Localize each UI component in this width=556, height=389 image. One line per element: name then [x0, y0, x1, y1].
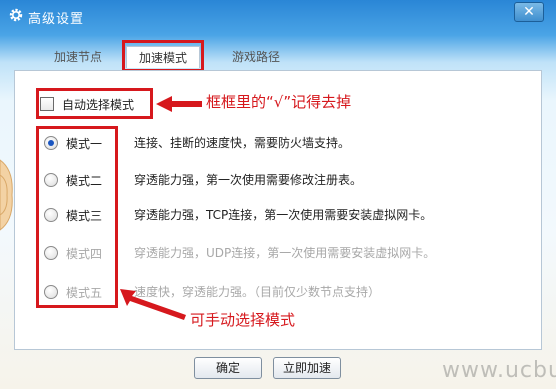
shell-decoration-icon	[0, 159, 13, 231]
arrow-left-icon	[156, 96, 202, 112]
checkbox-box[interactable]	[40, 97, 54, 111]
mode-description: 连接、挂断的速度快，需要防火墙支持。	[134, 136, 351, 150]
confirm-button[interactable]: 确定	[194, 357, 262, 379]
mode-label: 模式三	[66, 208, 103, 223]
close-button[interactable]: ✕	[514, 2, 544, 22]
mode-option-2[interactable]: 模式二	[44, 168, 102, 192]
tab-game-path[interactable]: 游戏路径	[218, 46, 294, 68]
checkbox-note: 框框里的“√”记得去掉	[206, 93, 352, 111]
mode-option-5: 模式五	[44, 280, 102, 304]
auto-select-checkbox[interactable]: 自动选择模式	[40, 91, 134, 117]
mode-option-1[interactable]: 模式一	[44, 131, 102, 155]
mode-label: 模式五	[66, 285, 103, 300]
arrow-up-left-icon	[120, 289, 186, 320]
mode-option-4: 模式四	[44, 241, 102, 265]
mode-description: 穿透能力强，第一次使用需要修改注册表。	[134, 173, 363, 187]
tab-mode[interactable]: 加速模式	[126, 46, 200, 68]
mode-description: 穿透能力强，TCP连接，第一次使用需要安装虚拟网卡。	[134, 208, 433, 222]
gear-icon	[9, 8, 23, 22]
accelerate-button[interactable]: 立即加速	[273, 357, 341, 379]
radio-button	[44, 285, 58, 299]
mode-description: 穿透能力强，UDP连接，第一次使用需要安装虚拟网卡。	[134, 246, 436, 260]
title-bar: 高级设置 ✕	[0, 0, 556, 32]
mode-label: 模式一	[66, 136, 103, 151]
window-title: 高级设置	[28, 12, 85, 27]
radio-button	[44, 246, 58, 260]
radio-button[interactable]	[44, 136, 58, 150]
modes-note: 可手动选择模式	[190, 311, 296, 329]
mode-label: 模式四	[66, 246, 103, 261]
mode-option-3[interactable]: 模式三	[44, 203, 102, 227]
watermark: www.ucbug.com	[442, 358, 556, 383]
mode-label: 模式二	[66, 173, 103, 188]
tab-nodes[interactable]: 加速节点	[40, 46, 116, 68]
auto-select-label: 自动选择模式	[62, 97, 135, 112]
radio-button[interactable]	[44, 208, 58, 222]
radio-button[interactable]	[44, 173, 58, 187]
